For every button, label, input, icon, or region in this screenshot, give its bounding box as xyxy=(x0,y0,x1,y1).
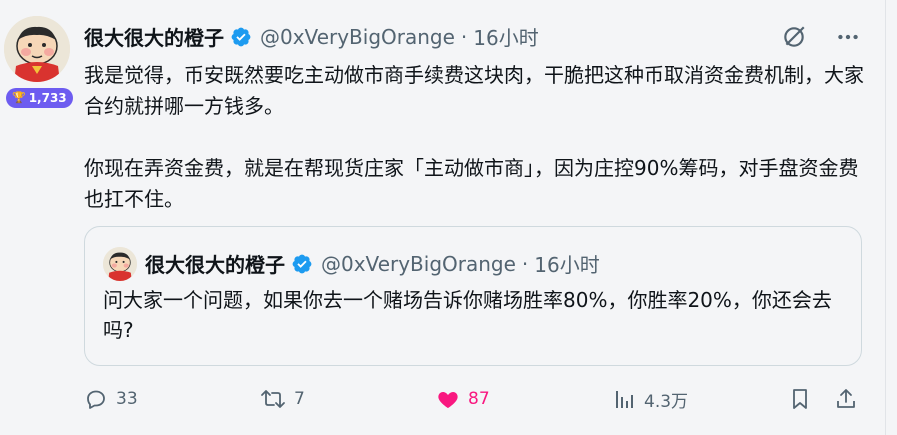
quoted-time[interactable]: 16小时 xyxy=(534,249,599,278)
like-button[interactable]: 87 xyxy=(436,382,490,416)
share-icon xyxy=(837,389,855,408)
tweet-top-icons xyxy=(781,24,861,50)
reply-button[interactable]: 33 xyxy=(84,382,138,416)
tweet-header: 很大很大的橙子 @0xVeryBigOrange · 16小时 xyxy=(84,22,539,51)
tweet-card[interactable]: 🏆 1,733 很大很大的橙子 @0xVeryBigOrange · 16小时 … xyxy=(0,0,886,435)
author-name[interactable]: 很大很大的橙子 xyxy=(84,22,224,51)
retweet-icon xyxy=(261,390,285,408)
views-count: 4.3万 xyxy=(644,391,689,412)
verified-icon xyxy=(231,27,251,46)
reply-count: 33 xyxy=(116,389,138,409)
separator-dot: · xyxy=(460,24,468,49)
grok-icon[interactable] xyxy=(781,24,807,50)
bookmark-button[interactable] xyxy=(788,382,812,416)
badge-count: 1,733 xyxy=(28,91,67,105)
reply-icon xyxy=(87,390,105,409)
share-button[interactable] xyxy=(834,382,858,416)
like-count: 87 xyxy=(468,389,490,409)
bookmark-icon xyxy=(793,389,807,409)
author-handle[interactable]: @0xVeryBigOrange xyxy=(260,25,455,49)
quoted-author-avatar[interactable] xyxy=(103,247,137,281)
tweet-time[interactable]: 16小时 xyxy=(473,22,538,51)
views-icon xyxy=(616,391,633,408)
achievement-badge[interactable]: 🏆 1,733 xyxy=(6,88,73,108)
views-button[interactable]: 4.3万 xyxy=(612,382,688,416)
quoted-header: 很大很大的橙子 @0xVeryBigOrange · 16小时 xyxy=(145,249,600,278)
quoted-author-name[interactable]: 很大很大的橙子 xyxy=(145,249,285,278)
verified-icon xyxy=(292,254,312,273)
quoted-text: 问大家一个问题，如果你去一个赌场告诉你赌场胜率80%，你胜率20%，你还会去吗? xyxy=(103,288,832,342)
author-avatar[interactable] xyxy=(4,16,70,82)
quoted-author-handle[interactable]: @0xVeryBigOrange xyxy=(321,252,516,276)
trophy-icon: 🏆 xyxy=(12,91,26,104)
retweet-count: 7 xyxy=(294,389,305,409)
retweet-button[interactable]: 7 xyxy=(260,382,305,416)
tweet-text: 我是觉得，币安既然要吃主动做市商手续费这块肉，干脆把这种币取消资金费机制，大家合… xyxy=(84,63,864,211)
heart-icon xyxy=(438,392,458,408)
avatar-cartoon-icon xyxy=(4,16,70,82)
separator-dot: · xyxy=(521,251,529,276)
avatar-cartoon-icon xyxy=(103,247,137,281)
more-icon[interactable] xyxy=(835,24,861,50)
action-bar: 33 7 87 4.3万 xyxy=(84,382,864,416)
quoted-tweet[interactable]: 很大很大的橙子 @0xVeryBigOrange · 16小时 问大家一个问题，… xyxy=(84,226,862,366)
